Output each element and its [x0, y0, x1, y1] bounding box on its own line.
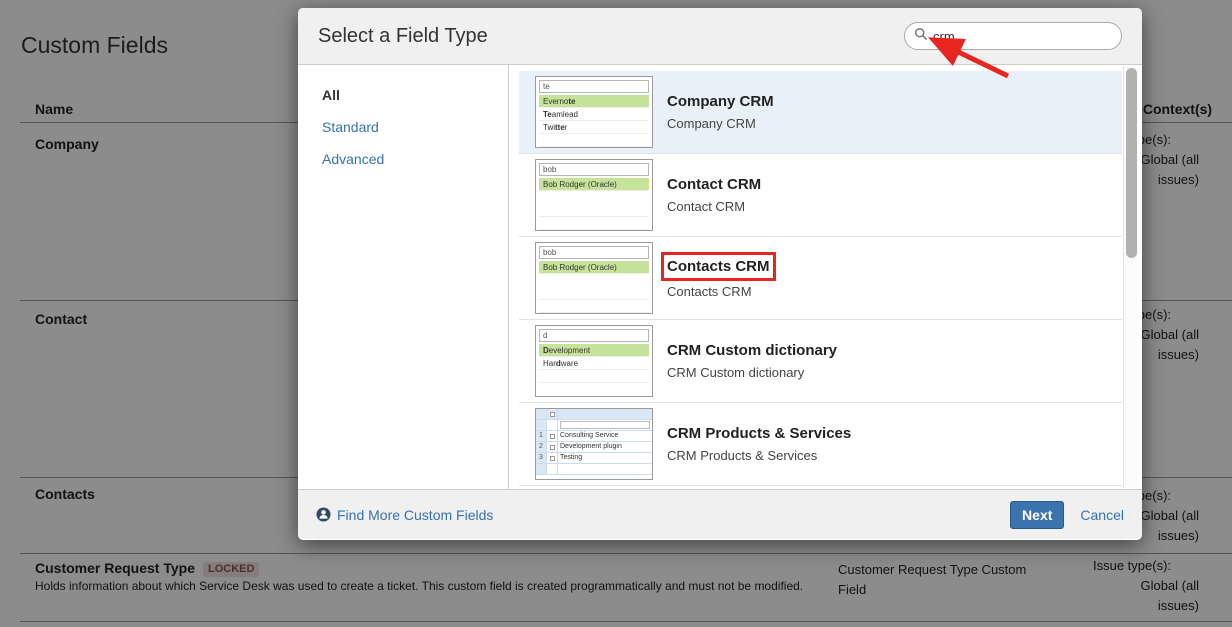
item-title: Contact CRM	[667, 176, 761, 193]
category-all[interactable]: All	[322, 87, 508, 103]
list-item-contacts-crm[interactable]: bob Bob Rodger (Oracle) Contacts CRM Con…	[519, 237, 1122, 320]
category-standard[interactable]: Standard	[322, 119, 508, 135]
item-title: Company CRM	[667, 93, 774, 110]
marketplace-icon	[316, 507, 331, 522]
dialog-header: Select a Field Type	[298, 8, 1142, 65]
search-input[interactable]	[933, 29, 1083, 44]
item-description: Contacts CRM	[667, 284, 770, 299]
list-item-crm-products-services[interactable]: 1Consulting Service 2Development plugin …	[519, 403, 1122, 486]
category-advanced[interactable]: Advanced	[322, 151, 508, 167]
dialog-footer: Find More Custom Fields Next Cancel	[298, 489, 1142, 539]
field-type-thumbnail: 1Consulting Service 2Development plugin …	[535, 408, 653, 480]
item-description: Company CRM	[667, 116, 774, 131]
item-description: CRM Products & Services	[667, 448, 851, 463]
list-item-contact-crm[interactable]: bob Bob Rodger (Oracle) Contact CRM Cont…	[519, 154, 1122, 237]
select-field-type-dialog: Select a Field Type All Standard Advance…	[298, 8, 1142, 540]
item-description: CRM Custom dictionary	[667, 365, 837, 380]
scrollbar-thumb[interactable]	[1126, 68, 1137, 258]
field-search-box[interactable]	[904, 22, 1122, 50]
field-type-thumbnail: bob Bob Rodger (Oracle)	[535, 242, 653, 314]
list-item-company-crm[interactable]: te Evernote Teamlead Twitter Company CRM…	[519, 71, 1122, 154]
item-title: Contacts CRM	[667, 258, 770, 275]
item-description: Contact CRM	[667, 199, 761, 214]
dialog-title: Select a Field Type	[318, 25, 488, 48]
field-type-list: te Evernote Teamlead Twitter Company CRM…	[509, 65, 1142, 489]
field-type-thumbnail: d Development Hardware	[535, 325, 653, 397]
item-title: CRM Custom dictionary	[667, 342, 837, 359]
dialog-body: All Standard Advanced te Evernote Teamle…	[298, 65, 1142, 489]
field-type-thumbnail: bob Bob Rodger (Oracle)	[535, 159, 653, 231]
cancel-link[interactable]: Cancel	[1080, 507, 1124, 523]
item-title: CRM Products & Services	[667, 425, 851, 442]
field-type-thumbnail: te Evernote Teamlead Twitter	[535, 76, 653, 148]
annotation-red-box: Contacts CRM	[667, 258, 770, 275]
next-button[interactable]: Next	[1010, 501, 1064, 529]
find-more-custom-fields-link[interactable]: Find More Custom Fields	[316, 507, 493, 523]
list-item-crm-custom-dictionary[interactable]: d Development Hardware CRM Custom dictio…	[519, 320, 1122, 403]
list-scrollbar[interactable]	[1123, 66, 1138, 488]
field-type-categories: All Standard Advanced	[298, 65, 509, 489]
search-icon	[914, 27, 928, 46]
